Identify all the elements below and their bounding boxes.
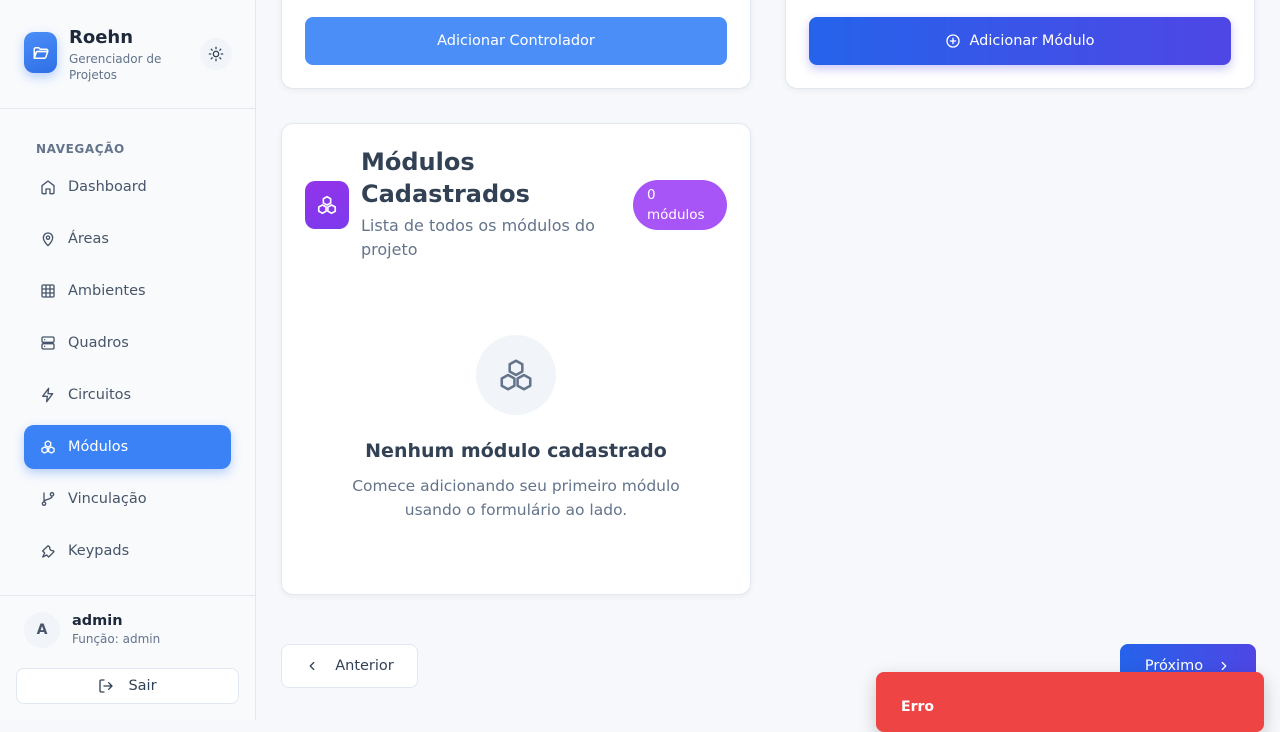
previous-label: Anterior xyxy=(335,658,394,674)
brand-name: Roehn xyxy=(69,27,134,48)
sidebar: Roehn Gerenciador de Projetos NAVEGAÇÃO … xyxy=(0,0,256,720)
zap-icon xyxy=(40,387,56,403)
grid-icon xyxy=(40,283,56,299)
add-module-label: Adicionar Módulo xyxy=(969,33,1095,49)
toast-title: Erro xyxy=(901,699,934,715)
sidebar-item-modulos[interactable]: Módulos xyxy=(24,425,231,469)
chevron-left-icon xyxy=(309,661,315,671)
nav-heading: NAVEGAÇÃO xyxy=(36,142,125,156)
add-controller-button[interactable]: Adicionar Controlador xyxy=(305,17,727,65)
user-name: admin xyxy=(72,613,123,629)
brand-subtitle: Gerenciador de Projetos xyxy=(69,52,162,82)
sidebar-item-label: Circuitos xyxy=(68,387,132,403)
sidebar-item-dashboard[interactable]: Dashboard xyxy=(24,165,231,209)
sidebar-item-vinculacao[interactable]: Vinculação xyxy=(24,477,231,521)
modules-count-badge: 0 módulos xyxy=(633,180,727,230)
logout-icon xyxy=(99,679,114,693)
empty-state-title: Nenhum módulo cadastrado xyxy=(365,440,667,462)
sidebar-item-circuitos[interactable]: Circuitos xyxy=(24,373,231,417)
user-role: Função: admin xyxy=(72,632,161,646)
logout-button[interactable]: Sair xyxy=(16,668,239,704)
sidebar-item-label: Vinculação xyxy=(68,491,147,507)
brand: Roehn Gerenciador de Projetos xyxy=(24,27,232,88)
logout-label: Sair xyxy=(128,678,157,694)
boxes-icon xyxy=(500,359,532,391)
add-module-button[interactable]: Adicionar Módulo xyxy=(809,17,1231,65)
modules-card-subtitle: Lista de todos os módulos do projeto xyxy=(361,216,595,259)
sidebar-item-label: Quadros xyxy=(68,335,129,351)
divider xyxy=(0,595,256,596)
boxes-icon xyxy=(305,181,349,229)
chevron-right-icon xyxy=(1221,661,1227,671)
sidebar-item-label: Ambientes xyxy=(68,283,146,299)
boxes-icon xyxy=(40,439,56,455)
sidebar-item-ambientes[interactable]: Ambientes xyxy=(24,269,231,313)
sidebar-item-label: Dashboard xyxy=(68,179,147,195)
git-branch-icon xyxy=(40,491,56,507)
wrench-icon xyxy=(40,543,56,559)
sidebar-item-label: Keypads xyxy=(68,543,130,559)
previous-button[interactable]: Anterior xyxy=(281,644,418,688)
empty-state-text: Comece adicionando seu primeiro módulo u… xyxy=(352,477,680,519)
folder-icon xyxy=(24,32,57,73)
theme-toggle-button[interactable] xyxy=(200,38,232,70)
modules-card-title: Módulos Cadastrados xyxy=(361,148,530,208)
sidebar-item-keypads[interactable]: Keypads xyxy=(24,529,231,573)
empty-state-icon xyxy=(476,335,556,415)
sidebar-item-label: Áreas xyxy=(68,231,109,247)
sidebar-item-label: Módulos xyxy=(68,439,129,455)
error-toast[interactable]: Erro xyxy=(876,672,1264,732)
plus-circle-icon xyxy=(946,34,961,48)
sidebar-item-areas[interactable]: Áreas xyxy=(24,217,231,261)
map-pin-icon xyxy=(40,231,56,247)
server-icon xyxy=(40,335,56,351)
sun-icon xyxy=(208,46,224,62)
home-icon xyxy=(40,179,56,195)
sidebar-item-quadros[interactable]: Quadros xyxy=(24,321,231,365)
avatar: A xyxy=(24,612,60,648)
divider xyxy=(0,108,256,109)
